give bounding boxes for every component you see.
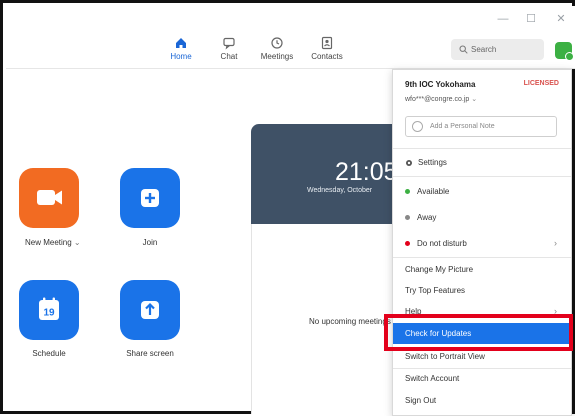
home-icon <box>176 38 186 48</box>
new-meeting-label: New Meeting ⌄ <box>25 238 81 247</box>
chat-icon <box>223 37 235 50</box>
search-icon <box>459 45 468 55</box>
chevron-down-icon[interactable]: ⌄ <box>74 238 81 247</box>
divider <box>393 257 571 258</box>
join-label: Join <box>142 238 158 247</box>
maximize-icon[interactable]: ☐ <box>524 12 538 26</box>
presence-dot-icon <box>565 52 574 61</box>
license-badge: LICENSED <box>523 80 559 87</box>
tab-contacts[interactable]: Contacts <box>304 36 350 61</box>
tab-home[interactable]: Home <box>158 36 204 61</box>
plus-icon <box>141 189 159 207</box>
chevron-down-icon[interactable]: ⌄ <box>471 96 477 103</box>
close-icon[interactable]: ✕ <box>554 12 568 26</box>
profile-name: 9th IOC Yokohama <box>405 80 476 89</box>
tab-meetings[interactable]: Meetings <box>254 36 300 61</box>
tab-meetings-label: Meetings <box>260 52 294 61</box>
menu-item-away[interactable]: Away <box>393 207 571 228</box>
calendar-day-label: 19 <box>43 308 55 319</box>
current-date: Wednesday, October <box>307 187 373 194</box>
menu-item-settings[interactable]: Settings <box>393 152 571 173</box>
tab-chat-label: Chat <box>220 52 238 61</box>
new-meeting-button[interactable] <box>19 168 79 228</box>
share-screen-button[interactable] <box>120 280 180 340</box>
highlight-callout-box <box>384 314 573 351</box>
menu-item-sign-out[interactable]: Sign Out <box>393 390 571 411</box>
app-window-frame: — ☐ ✕ Home Chat Meetings Contacts Search… <box>0 0 575 416</box>
top-navigation: Home Chat Meetings Contacts Search <box>6 32 575 69</box>
schedule-button[interactable]: 19 <box>19 280 79 340</box>
join-button[interactable] <box>120 168 180 228</box>
menu-item-switch-account[interactable]: Switch Account <box>393 368 571 389</box>
minimize-icon[interactable]: — <box>496 12 510 26</box>
note-smiley-icon <box>412 121 423 132</box>
video-camera-icon <box>37 190 62 205</box>
search-box[interactable]: Search <box>451 39 544 60</box>
do-not-disturb-dot-icon <box>405 241 410 246</box>
divider <box>393 176 571 177</box>
calendar-header-card: 21:05 Wednesday, October <box>251 124 399 224</box>
tab-contacts-label: Contacts <box>311 52 343 61</box>
profile-email: wfo***@congre.co.jp ⌄ <box>405 96 478 103</box>
search-label: Search <box>471 45 497 54</box>
clock-icon <box>271 37 283 49</box>
current-time: 21:05 <box>335 158 398 186</box>
schedule-label: Schedule <box>32 349 66 358</box>
tab-chat[interactable]: Chat <box>206 36 252 61</box>
menu-item-do-not-disturb[interactable]: Do not disturb › <box>393 233 571 254</box>
share-up-arrow-icon <box>141 301 159 319</box>
divider <box>393 148 571 149</box>
share-screen-label: Share screen <box>126 349 174 358</box>
available-dot-icon <box>405 189 410 194</box>
personal-note-input[interactable]: Add a Personal Note <box>405 116 557 137</box>
chevron-right-icon: › <box>554 238 557 248</box>
avatar[interactable] <box>555 42 574 61</box>
away-dot-icon <box>405 215 410 220</box>
title-bar: — ☐ ✕ <box>6 6 575 32</box>
menu-item-try-top-features[interactable]: Try Top Features <box>393 280 571 301</box>
gear-icon <box>406 159 412 166</box>
tab-home-label: Home <box>170 52 192 61</box>
menu-item-available[interactable]: Available <box>393 181 571 202</box>
profile-menu: 9th IOC Yokohama LICENSED wfo***@congre.… <box>392 69 572 416</box>
calendar-icon: 19 <box>39 297 59 320</box>
contacts-icon <box>321 36 333 50</box>
menu-item-change-picture[interactable]: Change My Picture <box>393 259 571 280</box>
